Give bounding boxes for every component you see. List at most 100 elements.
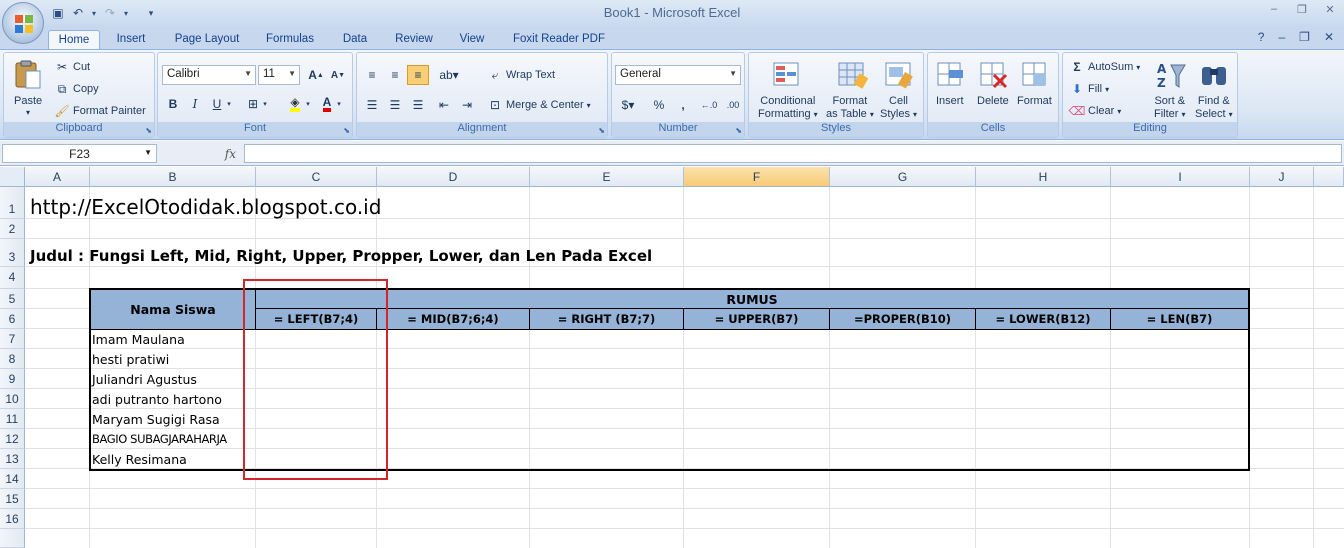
column-header-h[interactable]: H [976, 167, 1111, 187]
cut-button[interactable]: ✂ Cut [54, 59, 90, 75]
column-header-c[interactable]: C [256, 167, 377, 187]
borders-dropdown-icon[interactable]: ▾ [260, 94, 270, 114]
row-header-11[interactable]: 11 [0, 409, 25, 429]
name-box[interactable]: F23 ▼ [2, 144, 157, 163]
column-header-d[interactable]: D [377, 167, 530, 187]
delete-cells-icon[interactable] [978, 59, 1010, 91]
column-header-e[interactable]: E [530, 167, 684, 187]
fill-button[interactable]: ⬇ Fill ▾ [1069, 81, 1109, 97]
restore-ribbon-icon[interactable]: ❐ [1299, 30, 1310, 44]
align-middle-icon[interactable]: ≡ [384, 65, 406, 85]
increase-indent-icon[interactable]: ⇥ [456, 95, 478, 115]
tab-view[interactable]: View [452, 30, 492, 50]
row-header-16[interactable]: 16 [0, 509, 25, 529]
merge-center-button[interactable]: ⊡ Merge & Center ▾ [487, 97, 591, 113]
row-header-1[interactable]: 1 [0, 187, 25, 219]
column-header-f[interactable]: F [684, 167, 830, 187]
paste-dropdown-icon[interactable]: ▾ [26, 108, 30, 117]
binoculars-icon[interactable] [1198, 59, 1230, 91]
orientation-icon[interactable]: ab▾ [435, 65, 463, 85]
column-header-g[interactable]: G [830, 167, 976, 187]
align-left-icon[interactable]: ☰ [361, 95, 383, 115]
italic-icon[interactable]: I [184, 94, 206, 114]
row-header-13[interactable]: 13 [0, 449, 25, 469]
close-workbook-icon[interactable]: ✕ [1324, 30, 1334, 44]
column-header-b[interactable]: B [90, 167, 256, 187]
office-button[interactable] [2, 2, 44, 44]
insert-button[interactable]: Insert [936, 95, 964, 107]
formula-input[interactable] [244, 144, 1342, 163]
paste-button[interactable]: Paste [14, 95, 42, 107]
font-name-combo[interactable]: Calibri ▼ [162, 65, 256, 85]
autosum-button[interactable]: Σ AutoSum ▾ [1069, 59, 1140, 75]
alignment-launcher-icon[interactable]: ⬊ [598, 126, 605, 135]
tab-insert[interactable]: Insert [108, 30, 154, 50]
column-header-k[interactable] [1314, 167, 1344, 187]
sort-filter-button[interactable]: Sort & Filter ▾ [1154, 95, 1186, 121]
row-header-8[interactable]: 8 [0, 349, 25, 369]
minimize-button[interactable]: – [1260, 0, 1288, 18]
tab-page-layout[interactable]: Page Layout [168, 30, 246, 50]
minimize-ribbon-icon[interactable]: – [1278, 30, 1285, 44]
close-button[interactable]: ✕ [1316, 0, 1344, 18]
align-top-icon[interactable]: ≡ [361, 65, 383, 85]
column-header-i[interactable]: I [1111, 167, 1250, 187]
help-icon[interactable]: ? [1258, 30, 1265, 44]
increase-font-icon[interactable]: A ▲ [305, 65, 327, 85]
format-as-table-button[interactable]: Format as Table ▾ [826, 95, 874, 121]
row-header-12[interactable]: 12 [0, 429, 25, 449]
find-select-button[interactable]: Find & Select ▾ [1195, 95, 1233, 121]
cell-styles-icon[interactable] [883, 59, 915, 91]
clipboard-launcher-icon[interactable]: ⬊ [145, 126, 152, 135]
conditional-formatting-button[interactable]: Conditional Formatting ▾ [758, 95, 818, 121]
tab-foxit-reader-pdf[interactable]: Foxit Reader PDF [504, 30, 614, 50]
number-format-combo[interactable]: General ▼ [615, 65, 741, 85]
worksheet[interactable]: A B C D E F G H I J 1 2 3 4 5 6 7 8 9 10… [0, 167, 1344, 548]
conditional-formatting-icon[interactable] [771, 59, 803, 91]
tab-data[interactable]: Data [334, 30, 376, 50]
row-header-6[interactable]: 6 [0, 309, 25, 329]
decrease-decimal-icon[interactable]: .00 [722, 95, 744, 115]
column-header-a[interactable]: A [25, 167, 90, 187]
row-header-2[interactable]: 2 [0, 219, 25, 239]
wrap-text-button[interactable]: ⤶ Wrap Text [487, 67, 556, 83]
decrease-indent-icon[interactable]: ⇤ [433, 95, 455, 115]
font-color-dropdown-icon[interactable]: ▾ [334, 94, 344, 114]
cell-styles-button[interactable]: Cell Styles ▾ [880, 95, 917, 121]
increase-decimal-icon[interactable]: ←.0 [698, 95, 720, 115]
align-bottom-icon[interactable]: ≡ [407, 65, 429, 85]
accounting-format-icon[interactable]: $▾ [615, 95, 641, 115]
sort-filter-icon[interactable]: A Z [1155, 59, 1187, 91]
format-as-table-icon[interactable] [836, 59, 868, 91]
decrease-font-icon[interactable]: A ▼ [327, 65, 349, 85]
paste-icon[interactable] [12, 59, 44, 91]
restore-button[interactable]: ❐ [1288, 0, 1316, 18]
tab-review[interactable]: Review [388, 30, 440, 50]
align-center-icon[interactable]: ☰ [384, 95, 406, 115]
align-right-icon[interactable]: ☰ [407, 95, 429, 115]
comma-style-icon[interactable]: , [672, 95, 694, 115]
insert-function-button[interactable]: fx [160, 144, 242, 163]
row-header-7[interactable]: 7 [0, 329, 25, 349]
row-header-5[interactable]: 5 [0, 289, 25, 309]
tab-formulas[interactable]: Formulas [258, 30, 322, 50]
row-header-17[interactable] [0, 529, 25, 548]
copy-button[interactable]: ⧉ Copy [54, 81, 99, 97]
clear-button[interactable]: ⌫ Clear ▾ [1069, 103, 1122, 119]
row-header-4[interactable]: 4 [0, 267, 25, 289]
format-painter-button[interactable]: 🖌 Format Painter [54, 103, 145, 119]
row-header-15[interactable]: 15 [0, 489, 25, 509]
fill-color-dropdown-icon[interactable]: ▾ [303, 94, 313, 114]
row-header-14[interactable]: 14 [0, 469, 25, 489]
delete-button[interactable]: Delete [977, 95, 1009, 107]
bold-icon[interactable]: B [162, 94, 184, 114]
font-launcher-icon[interactable]: ⬊ [343, 126, 350, 135]
underline-dropdown-icon[interactable]: ▾ [224, 94, 234, 114]
select-all-button[interactable] [0, 167, 25, 187]
number-launcher-icon[interactable]: ⬊ [735, 126, 742, 135]
row-header-3[interactable]: 3 [0, 239, 25, 267]
insert-cells-icon[interactable] [935, 59, 967, 91]
chevron-down-icon[interactable]: ▼ [144, 148, 152, 157]
percent-icon[interactable]: % [648, 95, 670, 115]
row-header-9[interactable]: 9 [0, 369, 25, 389]
